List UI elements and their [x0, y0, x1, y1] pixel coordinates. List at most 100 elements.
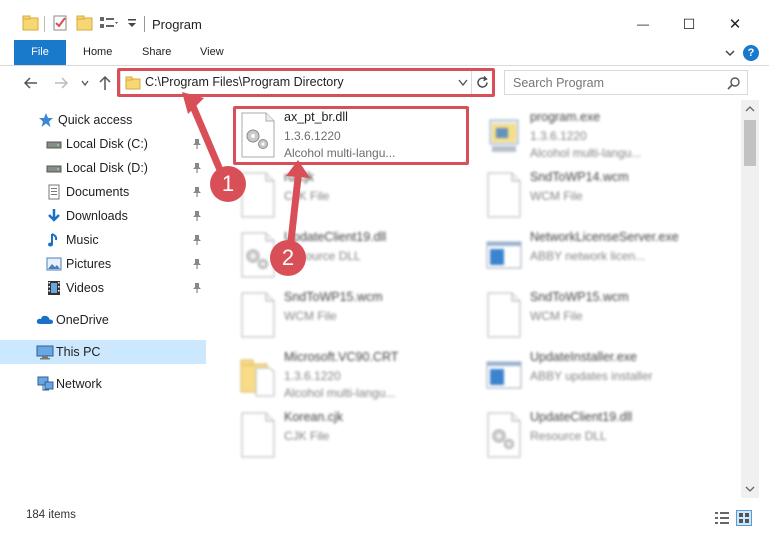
sidebar-item-documents[interactable]: Documents	[0, 180, 206, 204]
file-icon	[484, 172, 524, 218]
sidebar-item-network[interactable]: Network	[0, 372, 206, 396]
pin-icon[interactable]	[191, 162, 203, 174]
cloud-icon	[36, 312, 53, 328]
maximize-icon: ☐	[682, 15, 696, 32]
scroll-down-button[interactable]	[741, 480, 759, 498]
new-folder-icon[interactable]	[76, 14, 94, 34]
close-button[interactable]: ✕	[712, 10, 758, 38]
window-title: Program	[152, 17, 202, 32]
file-item[interactable]: SndToWP15.wcm WCM File	[480, 286, 720, 344]
sidebar-item-label: Local Disk (D:)	[66, 161, 148, 175]
separator	[44, 16, 45, 32]
file-item[interactable]: ru.cjk CJK File	[234, 166, 474, 224]
pin-icon[interactable]	[191, 234, 203, 246]
file-detail: 1.3.6.1220	[284, 129, 341, 143]
sidebar-item-local-disk-c[interactable]: Local Disk (C:)	[0, 132, 206, 156]
tab-home[interactable]: Home	[83, 40, 112, 65]
pin-icon[interactable]	[191, 234, 203, 246]
pin-icon[interactable]	[191, 138, 203, 150]
tab-file[interactable]: File	[14, 40, 66, 65]
file-detail: 1.3.6.1220	[284, 369, 341, 383]
sidebar-item-downloads[interactable]: Downloads	[0, 204, 206, 228]
view-options-icon[interactable]	[98, 14, 120, 34]
file-detail: CJK File	[284, 429, 330, 443]
minimize-icon: —	[637, 17, 649, 31]
sidebar-item-label: This PC	[56, 345, 101, 359]
vertical-scrollbar[interactable]	[741, 100, 759, 498]
file-item[interactable]: SndToWP14.wcm WCM File	[480, 166, 720, 224]
sidebar-item-label: Music	[66, 233, 99, 247]
sidebar-item-onedrive[interactable]: OneDrive	[0, 308, 206, 332]
properties-icon[interactable]	[52, 14, 70, 34]
download-icon	[46, 208, 62, 224]
file-name: Korean.cjk	[284, 410, 344, 424]
sidebar-item-label: Local Disk (C:)	[66, 137, 148, 151]
recent-locations-button[interactable]	[76, 74, 94, 92]
file-detail: WCM File	[284, 309, 337, 323]
folder-icon[interactable]	[22, 14, 40, 34]
up-button[interactable]	[96, 74, 114, 92]
search-box[interactable]	[504, 70, 748, 95]
details-view-icon[interactable]	[714, 510, 730, 526]
sidebar-item-this-pc[interactable]: This PC	[0, 340, 206, 364]
maximize-button[interactable]: ☐	[666, 10, 712, 38]
pin-icon[interactable]	[191, 162, 203, 174]
pin-icon[interactable]	[191, 210, 203, 222]
tab-share[interactable]: Share	[142, 40, 171, 65]
scroll-thumb[interactable]	[744, 120, 756, 166]
address-bar[interactable]: C:\Program Files\Program Directory	[120, 70, 493, 95]
expand-ribbon-chevron-icon[interactable]	[724, 47, 736, 59]
title-separator	[144, 16, 145, 32]
address-history-chevron-icon[interactable]	[457, 78, 469, 88]
file-description: Alcohol multi-langu...	[284, 386, 396, 400]
pin-icon[interactable]	[191, 210, 203, 222]
pin-icon[interactable]	[191, 258, 203, 270]
search-icon[interactable]	[727, 76, 741, 90]
videos-icon	[46, 280, 62, 296]
file-detail: WCM File	[530, 189, 583, 203]
chevron-down-icon	[81, 80, 89, 87]
sidebar-item-videos[interactable]: Videos	[0, 276, 206, 300]
pin-icon[interactable]	[191, 258, 203, 270]
tab-view[interactable]: View	[200, 40, 224, 65]
sidebar-item-label: Network	[56, 377, 102, 391]
file-item[interactable]: Korean.cjk CJK File	[234, 406, 474, 464]
refresh-icon[interactable]	[475, 75, 490, 90]
pin-icon[interactable]	[191, 186, 203, 198]
address-path[interactable]: C:\Program Files\Program Directory	[145, 75, 344, 89]
file-detail: Resource DLL	[530, 429, 607, 443]
file-item[interactable]: program.exe 1.3.6.1220 Alcohol multi-langu…	[480, 106, 720, 164]
pin-icon[interactable]	[191, 282, 203, 294]
arrow-left-icon	[23, 77, 37, 89]
file-item[interactable]: ax_pt_br.dll 1.3.6.1220 Alcohol multi-lang…	[234, 106, 474, 164]
sidebar-item-local-disk-d[interactable]: Local Disk (D:)	[0, 156, 206, 180]
help-icon[interactable]: ?	[743, 45, 759, 61]
sidebar-item-music[interactable]: Music	[0, 228, 206, 252]
scroll-up-button[interactable]	[741, 100, 759, 118]
forward-button[interactable]	[52, 74, 70, 92]
pin-icon[interactable]	[191, 186, 203, 198]
file-name: SndToWP14.wcm	[530, 170, 629, 184]
file-item[interactable]: Microsoft.VC90.CRT 1.3.6.1220 Alcohol mult…	[234, 346, 474, 404]
network-icon	[36, 376, 54, 392]
file-item[interactable]: NetworkLicenseServer.exe ABBY network lic…	[480, 226, 720, 284]
file-detail: ABBY network licen...	[530, 249, 646, 263]
music-icon	[46, 232, 62, 248]
file-item[interactable]: SndToWP15.wcm WCM File	[234, 286, 474, 344]
search-input[interactable]	[513, 74, 723, 92]
sidebar-item-quick-access[interactable]: Quick access	[0, 108, 206, 132]
minimize-button[interactable]: —	[620, 10, 666, 38]
file-name: program.exe	[530, 110, 601, 124]
pin-icon[interactable]	[191, 282, 203, 294]
back-button[interactable]	[22, 74, 40, 92]
item-count: 184 items	[26, 509, 76, 521]
file-item[interactable]: UpdateClient19.dll Resource DLL	[480, 406, 720, 464]
tiles-view-icon[interactable]	[736, 510, 752, 526]
file-name: ru.cjk	[284, 170, 314, 184]
sidebar-item-label: OneDrive	[56, 313, 109, 327]
sidebar-item-pictures[interactable]: Pictures	[0, 252, 206, 276]
pin-icon[interactable]	[191, 138, 203, 150]
file-item[interactable]: UpdateInstaller.exe ABBY updates installe…	[480, 346, 720, 404]
documents-icon	[46, 184, 62, 200]
customize-toolbar-chevron-icon[interactable]	[126, 14, 138, 34]
